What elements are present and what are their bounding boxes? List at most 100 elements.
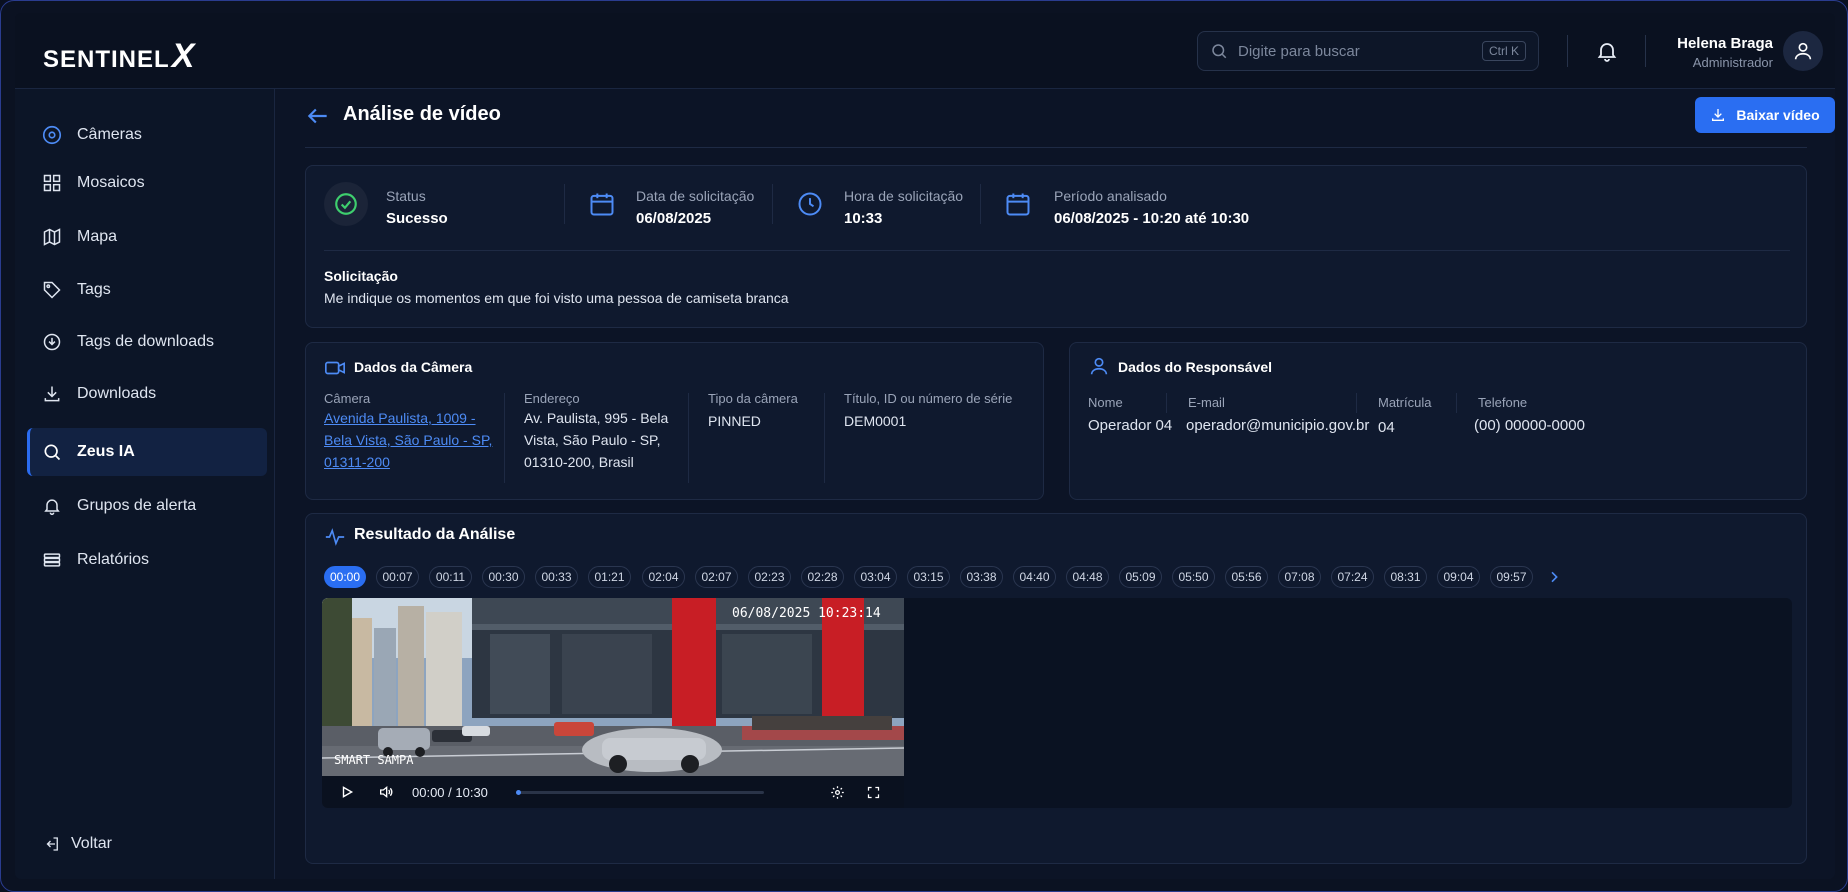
timestamp-chip[interactable]: 03:15 — [907, 566, 950, 588]
status-label: Status — [386, 188, 426, 204]
divider — [504, 393, 505, 483]
user-icon — [1794, 42, 1812, 60]
search-input[interactable]: Digite para buscar — [1238, 43, 1482, 60]
sidebar-item-label: Tags — [77, 281, 111, 298]
camera-location-link[interactable]: Avenida Paulista, 1009 - Bela Vista, São… — [324, 407, 492, 473]
camera-type-label: Tipo da câmera — [708, 391, 798, 406]
sidebar-item-tags[interactable]: Tags — [27, 266, 267, 314]
timestamp-chip[interactable]: 05:50 — [1172, 566, 1215, 588]
progress-handle[interactable] — [516, 790, 521, 795]
sidebar-item-label: Tags de downloads — [77, 333, 214, 350]
timestamp-chip[interactable]: 00:30 — [482, 566, 525, 588]
sidebar-item-reports[interactable]: Relatórios — [27, 536, 267, 584]
timestamp-chip[interactable]: 02:28 — [801, 566, 844, 588]
main-content: Análise de vídeo Baixar vídeo Status Suc… — [275, 89, 1835, 879]
result-title: Resultado da Análise — [354, 526, 516, 543]
timestamp-chip[interactable]: 01:21 — [588, 566, 631, 588]
request-text: Me indique os momentos em que foi visto … — [324, 290, 789, 306]
serial-label: Título, ID ou número de série — [844, 391, 1013, 406]
timestamp-chip[interactable]: 02:04 — [642, 566, 685, 588]
timestamp-chip[interactable]: 00:07 — [376, 566, 419, 588]
sidebar-item-mosaics[interactable]: Mosaicos — [27, 159, 267, 207]
back-label: Voltar — [71, 835, 112, 852]
divider — [1456, 393, 1457, 413]
summary-card: Status Sucesso Data de solicitação 06/08… — [305, 165, 1807, 328]
sidebar-item-label: Zeus IA — [77, 443, 135, 460]
activity-icon — [325, 528, 345, 546]
fullscreen-icon[interactable] — [866, 785, 881, 800]
timestamp-chip[interactable]: 04:40 — [1013, 566, 1056, 588]
divider — [824, 393, 825, 483]
address-line: Av. Paulista, 995 - Bela — [524, 410, 669, 426]
clock-icon — [798, 192, 822, 216]
timestamp-chip[interactable]: 08:31 — [1384, 566, 1427, 588]
camera-type-value: PINNED — [708, 413, 761, 429]
logo[interactable]: SENTINELX — [43, 37, 195, 76]
grid-icon — [41, 172, 63, 194]
video-player[interactable]: 06/08/2025 10:23:14 SMART SAMPA 00:00 / … — [322, 598, 904, 808]
sidebar-item-download-tags[interactable]: Tags de downloads — [27, 318, 267, 366]
address-label: Endereço — [524, 391, 580, 406]
camera-location-line: Avenida Paulista, 1009 - — [324, 410, 476, 426]
download-video-button[interactable]: Baixar vídeo — [1695, 97, 1835, 133]
request-time-value: 10:33 — [844, 210, 883, 227]
avatar[interactable] — [1783, 31, 1823, 71]
timestamp-chip[interactable]: 03:38 — [960, 566, 1003, 588]
timestamp-chip[interactable]: 07:08 — [1278, 566, 1321, 588]
video-camera-icon — [325, 361, 345, 375]
map-icon — [41, 226, 63, 248]
search-icon — [41, 441, 63, 463]
download-video-label: Baixar vídeo — [1736, 107, 1820, 123]
sidebar-back-link[interactable]: Voltar — [43, 835, 112, 853]
request-date-label: Data de solicitação — [636, 188, 755, 204]
camera-card: Dados da Câmera Câmera Avenida Paulista,… — [305, 342, 1044, 500]
timestamp-chip[interactable]: 05:56 — [1225, 566, 1268, 588]
timestamp-chip[interactable]: 05:09 — [1119, 566, 1162, 588]
timestamp-chip[interactable]: 02:07 — [695, 566, 738, 588]
divider — [980, 184, 981, 224]
progress-bar[interactable] — [516, 790, 764, 795]
timestamp-chip[interactable]: 02:23 — [748, 566, 791, 588]
search-box[interactable]: Digite para buscar Ctrl K — [1197, 31, 1539, 71]
back-arrow-icon[interactable] — [305, 103, 331, 129]
timestamp-chip[interactable]: 00:00 — [324, 566, 366, 588]
registration-value: 04 — [1378, 419, 1395, 436]
timestamp-chip[interactable]: 07:24 — [1331, 566, 1374, 588]
bell-icon — [41, 495, 63, 517]
timestamp-chip[interactable]: 03:04 — [854, 566, 897, 588]
address-value: Av. Paulista, 995 - Bela Vista, São Paul… — [524, 407, 668, 473]
camera-icon — [41, 124, 63, 146]
camera-location-line: Bela Vista, São Paulo - SP, — [324, 432, 493, 448]
divider — [564, 184, 565, 224]
player-time: 00:00 / 10:30 — [412, 784, 488, 800]
timestamp-chip[interactable]: 04:48 — [1066, 566, 1109, 588]
sidebar-item-cameras[interactable]: Câmeras — [27, 111, 267, 159]
sidebar-item-zeus-ia[interactable]: Zeus IA — [27, 428, 267, 476]
timestamp-chip[interactable]: 09:57 — [1490, 566, 1533, 588]
chevron-right-icon[interactable] — [1546, 569, 1562, 585]
settings-gear-icon[interactable] — [830, 785, 845, 800]
timestamp-chip[interactable]: 09:04 — [1437, 566, 1480, 588]
sidebar-item-alert-groups[interactable]: Grupos de alerta — [27, 482, 267, 530]
download-icon — [1712, 109, 1725, 121]
sidebar-item-downloads[interactable]: Downloads — [27, 370, 267, 418]
timestamp-chip[interactable]: 00:33 — [535, 566, 578, 588]
top-header: SENTINELX Digite para buscar Ctrl K Hele… — [15, 13, 1835, 89]
app-frame: SENTINELX Digite para buscar Ctrl K Hele… — [0, 0, 1848, 892]
user-icon — [1090, 357, 1108, 375]
divider — [772, 184, 773, 224]
play-icon[interactable] — [340, 785, 354, 799]
sidebar-item-map[interactable]: Mapa — [27, 213, 267, 261]
report-icon — [41, 549, 63, 571]
title-divider — [305, 147, 1807, 148]
volume-icon[interactable] — [378, 784, 394, 800]
download-tag-icon — [41, 331, 63, 353]
camera-label: Câmera — [324, 391, 371, 406]
camera-card-title: Dados da Câmera — [354, 359, 473, 375]
timestamp-chip[interactable]: 00:11 — [429, 566, 472, 588]
video-watermark: SMART SAMPA — [334, 753, 414, 767]
calendar-icon — [1006, 193, 1030, 216]
period-label: Período analisado — [1054, 188, 1167, 204]
logo-mark: X — [171, 37, 196, 75]
request-date-value: 06/08/2025 — [636, 210, 712, 227]
